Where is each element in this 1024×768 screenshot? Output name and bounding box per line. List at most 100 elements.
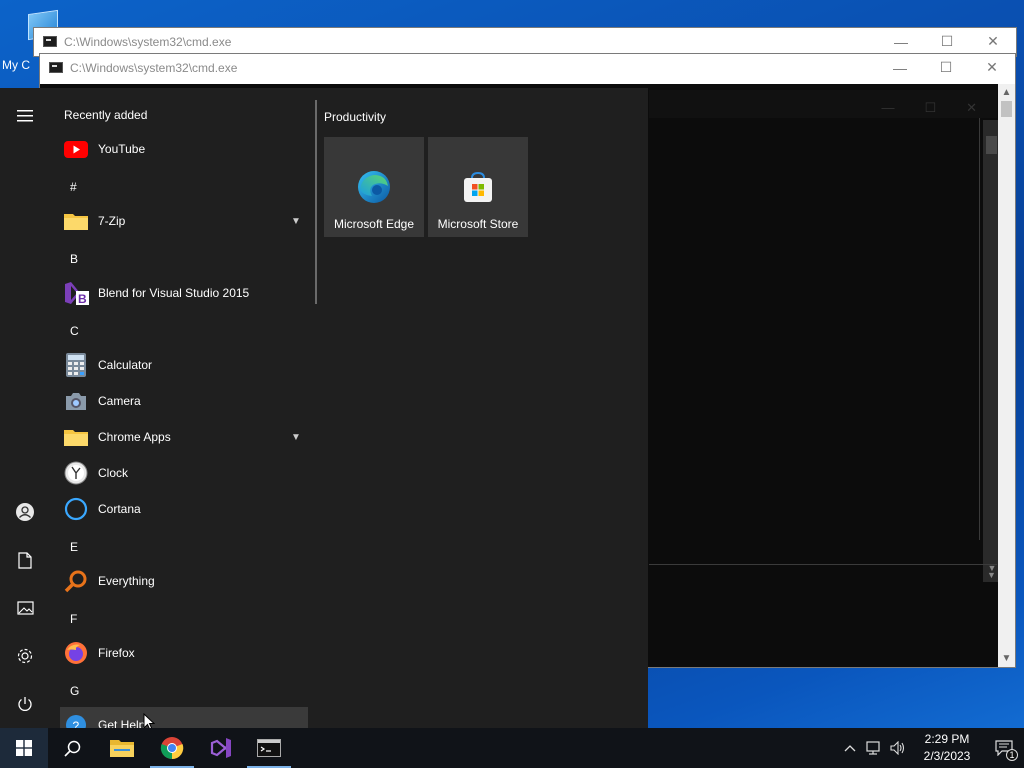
letter-header[interactable]: G: [70, 684, 79, 698]
title-bar[interactable]: C:\Windows\system32\cmd.exe — ☐ ✕: [40, 54, 1015, 81]
letter-header[interactable]: B: [70, 252, 78, 266]
settings-button[interactable]: [0, 632, 50, 680]
app-list-scrollbar[interactable]: [315, 100, 317, 304]
letter-header[interactable]: #: [70, 180, 77, 194]
clock-icon: [63, 460, 89, 486]
chevron-up-icon: [844, 745, 856, 752]
app-item-7zip[interactable]: 7-Zip ▼: [60, 203, 308, 239]
inner-maximize-icon: ☐: [924, 100, 937, 115]
cmd-icon: [43, 36, 57, 47]
hamburger-icon: [17, 110, 33, 122]
vertical-scrollbar[interactable]: ▲ ▼: [998, 84, 1015, 667]
letter-header[interactable]: E: [70, 540, 78, 554]
volume-button[interactable]: [886, 728, 910, 768]
action-center-button[interactable]: 1: [984, 728, 1024, 768]
scroll-down-icon[interactable]: ▼: [998, 650, 1015, 667]
maximize-button[interactable]: ☐: [923, 54, 969, 81]
recently-added-header: Recently added: [64, 108, 148, 122]
taskbar: 2:29 PM 2/3/2023 1: [0, 728, 1024, 768]
scroll-up-icon[interactable]: ▲: [998, 84, 1015, 101]
cortana-icon: [63, 496, 89, 522]
minimize-button[interactable]: —: [878, 28, 924, 55]
expand-menu-button[interactable]: [0, 92, 50, 140]
taskbar-chrome[interactable]: [148, 728, 196, 768]
app-item-firefox[interactable]: Firefox: [60, 635, 308, 671]
pictures-icon: [16, 601, 34, 615]
app-name: Get Help: [98, 718, 146, 728]
app-name: Firefox: [98, 646, 135, 660]
get-help-icon: ?: [63, 712, 89, 728]
app-item-youtube[interactable]: YouTube: [60, 131, 308, 167]
app-item-everything[interactable]: Everything: [60, 563, 308, 599]
search-button[interactable]: [48, 728, 96, 768]
app-item-cortana[interactable]: Cortana: [60, 491, 308, 527]
chevron-down-icon[interactable]: ▼: [284, 216, 308, 227]
everything-icon: [63, 568, 89, 594]
inner-window-controls: — ☐ ✕: [881, 100, 977, 116]
window-title: C:\Windows\system32\cmd.exe: [70, 60, 238, 75]
inner-window-titlebar: — ☐ ✕: [649, 90, 997, 118]
tile-microsoft-edge[interactable]: Microsoft Edge: [324, 137, 424, 237]
taskbar-visual-studio[interactable]: [197, 728, 245, 768]
app-list[interactable]: Recently added YouTube # 7-Zip ▼ B B Ble…: [58, 88, 310, 728]
chevron-down-icon[interactable]: ▼: [284, 432, 308, 443]
app-name: Clock: [98, 466, 129, 480]
taskbar-clock[interactable]: 2:29 PM 2/3/2023: [910, 731, 984, 765]
maximize-button[interactable]: ☐: [924, 28, 970, 55]
tile-microsoft-store[interactable]: Microsoft Store: [428, 137, 528, 237]
close-button[interactable]: ✕: [969, 54, 1015, 81]
blend-icon: B: [63, 280, 89, 306]
account-button[interactable]: [0, 488, 50, 536]
visual-studio-icon: [210, 738, 231, 758]
tile-label: Microsoft Store: [437, 217, 519, 231]
speaker-icon: [890, 741, 905, 755]
app-item-clock[interactable]: Clock: [60, 455, 308, 491]
gear-icon: [17, 648, 33, 664]
folder-icon: [63, 208, 89, 234]
documents-button[interactable]: [0, 536, 50, 584]
show-hidden-icons-button[interactable]: [838, 728, 862, 768]
file-explorer-icon: [110, 740, 134, 757]
app-item-chrome-apps[interactable]: Chrome Apps ▼: [60, 419, 308, 455]
store-icon: [464, 171, 492, 202]
minimize-button[interactable]: —: [877, 54, 923, 81]
pictures-button[interactable]: [0, 584, 50, 632]
clock-time: 2:29 PM: [924, 732, 970, 746]
app-item-get-help[interactable]: ? Get Help: [60, 707, 308, 728]
tile-group-title[interactable]: Productivity: [324, 110, 386, 124]
app-name: Blend for Visual Studio 2015: [98, 286, 250, 300]
start-menu[interactable]: Recently added YouTube # 7-Zip ▼ B B Ble…: [0, 88, 648, 728]
app-name: Everything: [98, 574, 155, 588]
letter-header[interactable]: F: [70, 612, 77, 626]
app-name: Chrome Apps: [98, 430, 171, 444]
system-tray: 2:29 PM 2/3/2023 1: [838, 728, 1024, 768]
close-button[interactable]: ✕: [970, 28, 1016, 55]
chrome-icon: [160, 737, 184, 760]
power-button[interactable]: [0, 680, 50, 728]
desktop-icon-label: My C: [2, 58, 30, 72]
app-item-calculator[interactable]: Calculator: [60, 347, 308, 383]
app-item-blend[interactable]: B Blend for Visual Studio 2015: [60, 275, 308, 311]
calculator-icon: [63, 352, 89, 378]
folder-icon: [63, 424, 89, 450]
app-name: YouTube: [98, 142, 146, 156]
cmd-icon: [49, 62, 63, 73]
taskbar-file-explorer[interactable]: [98, 728, 146, 768]
start-button[interactable]: [0, 728, 48, 768]
svg-text:?: ?: [73, 719, 80, 728]
taskbar-cmd[interactable]: [245, 728, 293, 768]
edge-icon: [358, 171, 390, 203]
title-bar[interactable]: C:\Windows\system32\cmd.exe — ☐ ✕: [34, 28, 1016, 55]
scrollbar-thumb[interactable]: [1001, 101, 1012, 117]
start-rail: [0, 88, 50, 728]
search-icon: [63, 740, 80, 757]
network-button[interactable]: [862, 728, 886, 768]
app-item-camera[interactable]: Camera: [60, 383, 308, 419]
inner-close-icon: ✕: [966, 100, 977, 115]
inner-scrollbar-thumb[interactable]: [986, 136, 997, 154]
letter-header[interactable]: C: [70, 324, 79, 338]
camera-icon: [63, 388, 89, 414]
app-name: Calculator: [98, 358, 153, 372]
clock-date: 2/3/2023: [923, 749, 971, 763]
power-icon: [18, 697, 32, 711]
